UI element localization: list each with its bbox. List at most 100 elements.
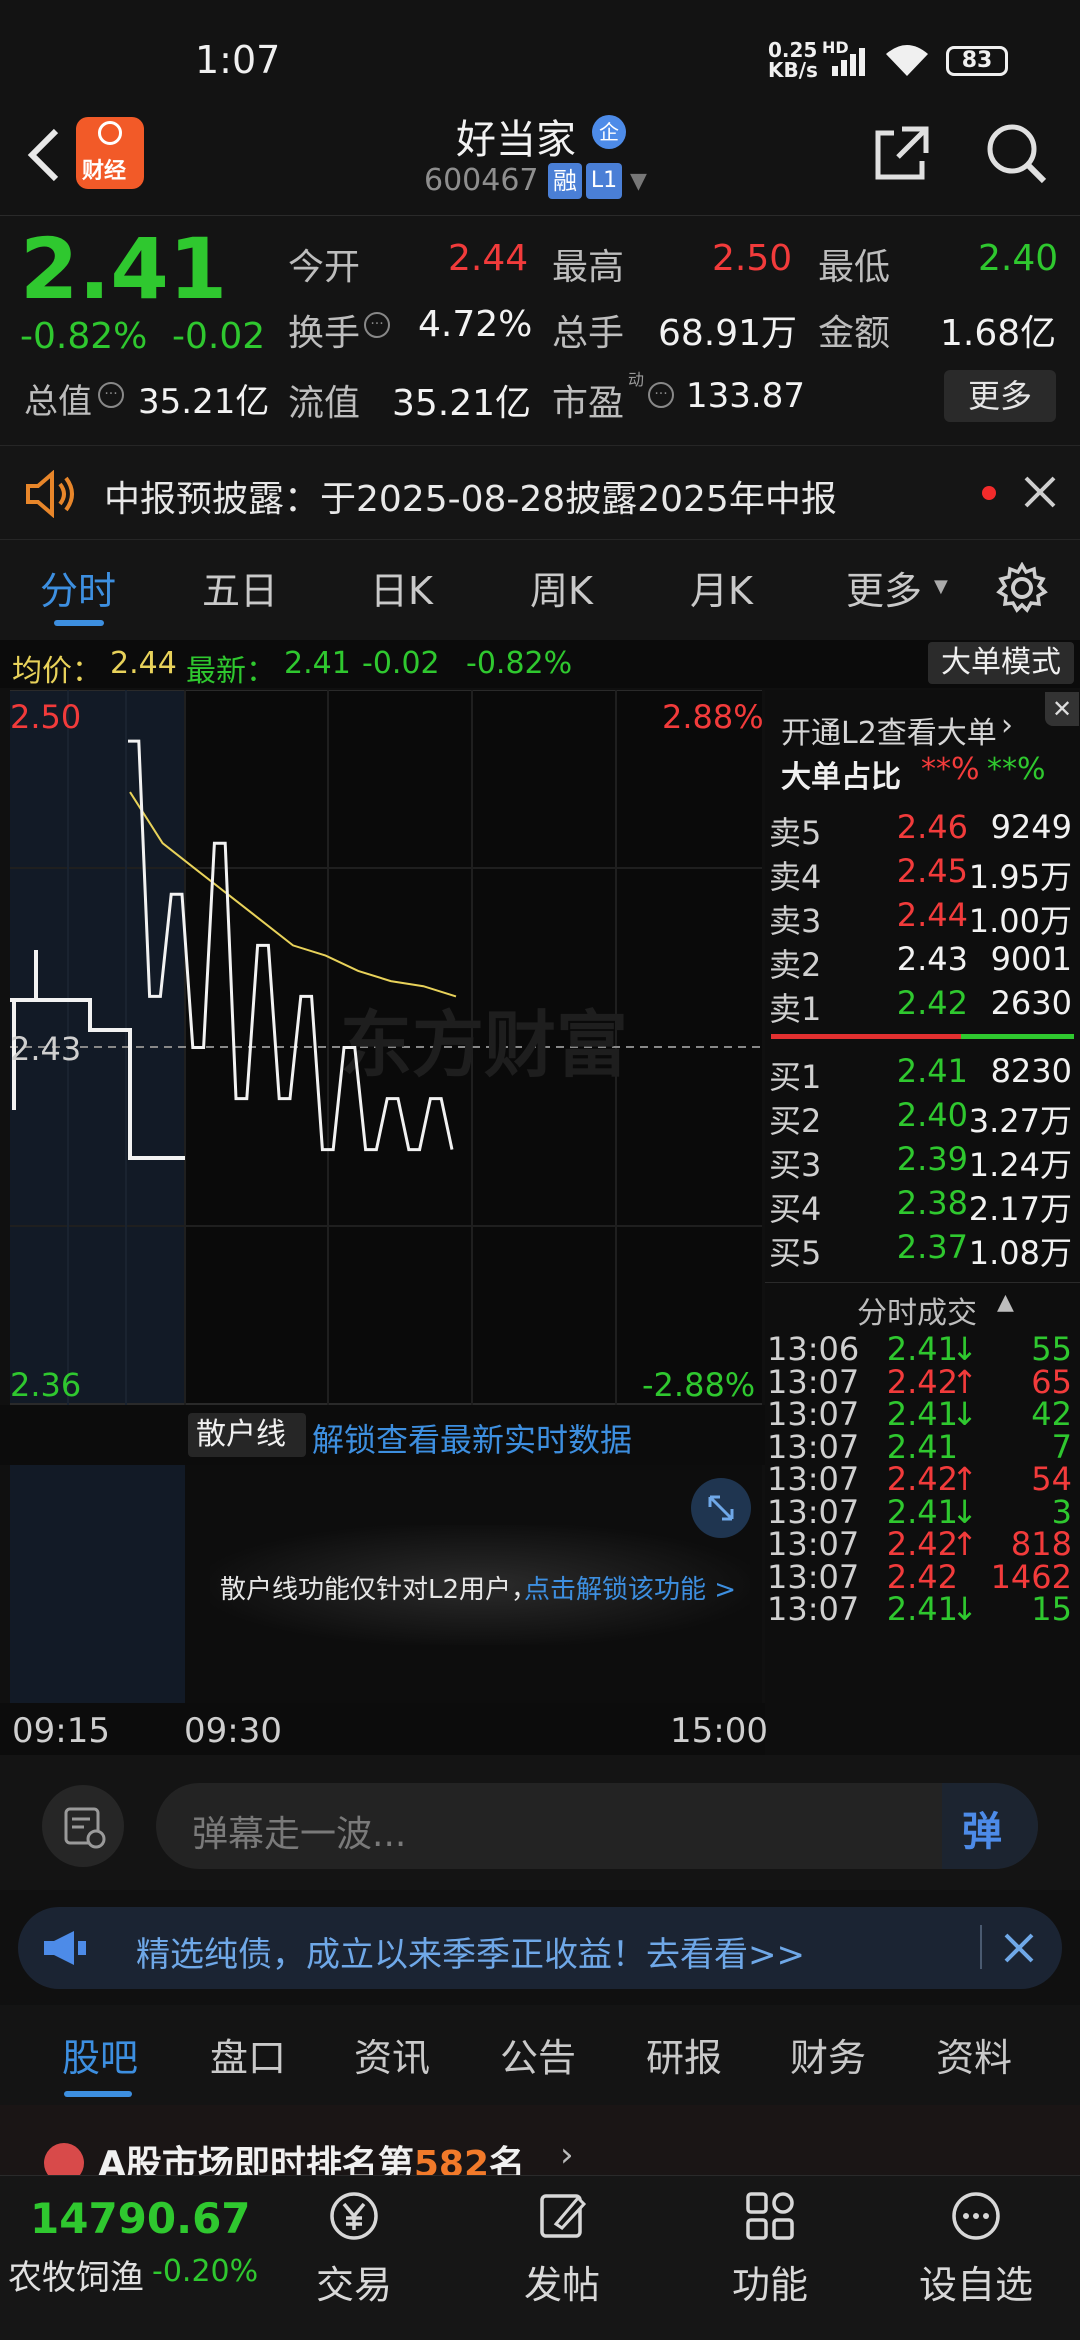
- tab-finance[interactable]: 财务: [790, 2027, 866, 2082]
- level-label: 卖3: [769, 902, 822, 940]
- pct-axis-bottom: -2.88%: [642, 1366, 756, 1404]
- y-axis-bottom: 2.36: [10, 1366, 82, 1404]
- watermark: 东方财富: [340, 1003, 628, 1087]
- ask-row: 卖4 2.45 1.95万: [765, 852, 1080, 896]
- nav-add-watchlist[interactable]: 设自选: [906, 2188, 1046, 2309]
- pe-info-icon[interactable]: ···: [648, 382, 674, 408]
- status-time: 1:07: [195, 38, 281, 82]
- time-axis-start: 09:15: [12, 1711, 110, 1751]
- promo-divider: [980, 1925, 982, 1969]
- grid-icon: [746, 2192, 794, 2240]
- notice-dot: [982, 486, 996, 500]
- nav-functions[interactable]: 功能: [700, 2188, 840, 2309]
- notice-close-icon[interactable]: [1022, 474, 1058, 510]
- nav-trade[interactable]: 交易: [284, 2188, 424, 2309]
- big-ratio-sell: **%: [987, 752, 1046, 787]
- promo-banner[interactable]: 精选纯债，成立以来季季正收益！去看看>>: [18, 1907, 1062, 1989]
- trades-expand-icon[interactable]: ▲: [997, 1290, 1014, 1315]
- sector-index[interactable]: 14790.67 农牧饲渔 -0.20%: [0, 2176, 280, 2340]
- search-icon[interactable]: [984, 121, 1050, 187]
- level-volume: 3.27万: [968, 1102, 1072, 1140]
- sector-index-value: 14790.67: [30, 2194, 251, 2243]
- tab-guba[interactable]: 股吧: [62, 2027, 138, 2082]
- tab-active-indicator: [54, 620, 104, 626]
- open-value: 2.44: [448, 238, 529, 279]
- level-price: 2.45: [896, 852, 968, 890]
- level-label: 买4: [769, 1190, 822, 1228]
- stock-code: 600467: [424, 163, 539, 198]
- tab-five-day[interactable]: 五日: [202, 560, 278, 615]
- nav-functions-label: 功能: [731, 2263, 808, 2307]
- nav-post[interactable]: 发帖: [492, 2188, 632, 2309]
- tab-weekly-k[interactable]: 周K: [530, 560, 593, 615]
- level-price: 2.46: [896, 808, 968, 846]
- share-icon[interactable]: [872, 123, 932, 183]
- l1-tag: L1: [586, 163, 622, 199]
- big-order-mode-button[interactable]: 大单模式: [928, 642, 1074, 684]
- tab-more[interactable]: 更多: [846, 560, 922, 615]
- settings-gear-icon[interactable]: [996, 562, 1048, 614]
- trades-header[interactable]: 分时成交: [857, 1288, 977, 1332]
- volume-label: 总手: [552, 313, 625, 354]
- app-logo[interactable]: 财经: [76, 117, 144, 189]
- tab-monthly-k[interactable]: 月K: [690, 560, 753, 615]
- level-price: 2.44: [896, 896, 968, 934]
- high-value: 2.50: [712, 238, 793, 279]
- danmu-settings-button[interactable]: [42, 1785, 124, 1867]
- sector-change: -0.20%: [152, 2254, 259, 2289]
- unlock-feature-link[interactable]: 点击解锁该功能 >: [524, 1569, 736, 1606]
- latest-label: 最新：: [186, 654, 276, 689]
- danmu-send-button[interactable]: 弹: [942, 1783, 1038, 1869]
- ask-bid-ratio-red: [771, 1034, 961, 1039]
- level-dropdown-icon[interactable]: ▼: [630, 169, 647, 194]
- trade-row: 13:07 2.41 ↓ 42: [765, 1395, 1080, 1433]
- trades-list: 13:06 2.41 ↓ 55 13:07 2.42 ↑ 65 13:07 2.41 ↓ 42 13:0…: [765, 1330, 1080, 1760]
- tab-research[interactable]: 研报: [646, 2027, 722, 2082]
- status-bar: 1:07 0.25 KB/s HD 83: [0, 0, 1080, 105]
- tab-daily-k[interactable]: 日K: [370, 560, 433, 615]
- change-percent: -0.82%: [20, 316, 148, 357]
- orderbook-close-icon[interactable]: ✕: [1045, 692, 1079, 726]
- level-label: 买3: [769, 1146, 822, 1184]
- trade-row: 13:07 2.41 ↓ 15: [765, 1590, 1080, 1628]
- retail-line-selector[interactable]: 散户线 ▼: [188, 1413, 306, 1492]
- level-label: 卖1: [769, 990, 822, 1028]
- turnover-info-icon[interactable]: ···: [364, 312, 390, 338]
- trade-row: 13:07 2.42 1462: [765, 1558, 1080, 1596]
- stock-header: 财经 好当家 企 600467 融 L1 ▼: [0, 105, 1080, 215]
- rank-chevron-icon: ›: [560, 2135, 574, 2175]
- volume-value: 68.91万: [658, 313, 798, 354]
- trade-row: 13:07 2.42 ↑ 54: [765, 1460, 1080, 1498]
- trade-row: 13:07 2.42 ↑ 818: [765, 1525, 1080, 1563]
- l2-upgrade-link[interactable]: 开通L2查看大单: [781, 708, 997, 752]
- promo-close-icon[interactable]: [1002, 1931, 1036, 1965]
- trade-row: 13:07 2.41 ↓ 3: [765, 1493, 1080, 1531]
- unlock-realtime-link[interactable]: 解锁查看最新实时数据: [312, 1415, 632, 1461]
- edit-icon: [540, 2194, 587, 2238]
- nav-add-watchlist-label: 设自选: [918, 2263, 1033, 2307]
- tab-pankou[interactable]: 盘口: [210, 2027, 286, 2082]
- tab-profile[interactable]: 资料: [936, 2027, 1012, 2082]
- bid-levels: 买1 2.41 8230 买2 2.40 3.27万 买3 2.39 1.24万 买4 2.38 2.…: [765, 1052, 1080, 1272]
- tab-announcements[interactable]: 公告: [500, 2027, 576, 2082]
- intraday-chart[interactable]: 东方财富 2.50 2.43 2.36 2.88% -2.88%: [10, 690, 764, 1405]
- level-volume: 2630: [990, 984, 1072, 1022]
- total-cap-value: 35.21亿: [138, 382, 270, 422]
- danmu-input[interactable]: 弹幕走一波... 弹: [156, 1783, 1038, 1869]
- total-cap-label: 总值: [24, 382, 92, 422]
- big-ratio-buy: **%: [921, 752, 980, 787]
- level-price: 2.38: [896, 1184, 968, 1222]
- total-cap-info-icon[interactable]: ···: [98, 382, 124, 408]
- turnover-value: 4.72%: [418, 304, 533, 345]
- time-axis-open: 09:30: [184, 1711, 282, 1751]
- rank-banner[interactable]: A股市场即时排名第582名 ›: [0, 2105, 1080, 2185]
- low-label: 最低: [818, 247, 891, 288]
- back-icon[interactable]: [24, 125, 64, 185]
- tab-timeshare[interactable]: 分时: [40, 560, 116, 615]
- more-quote-button[interactable]: 更多: [944, 370, 1056, 422]
- tab-more-caret-icon: ▼: [934, 576, 948, 597]
- pe-value: 133.87: [686, 376, 805, 416]
- notice-bar[interactable]: 中报预披露：于2025-08-28披露2025年中报: [0, 445, 1080, 540]
- tab-news[interactable]: 资讯: [354, 2027, 430, 2082]
- expand-icon[interactable]: [690, 1477, 752, 1539]
